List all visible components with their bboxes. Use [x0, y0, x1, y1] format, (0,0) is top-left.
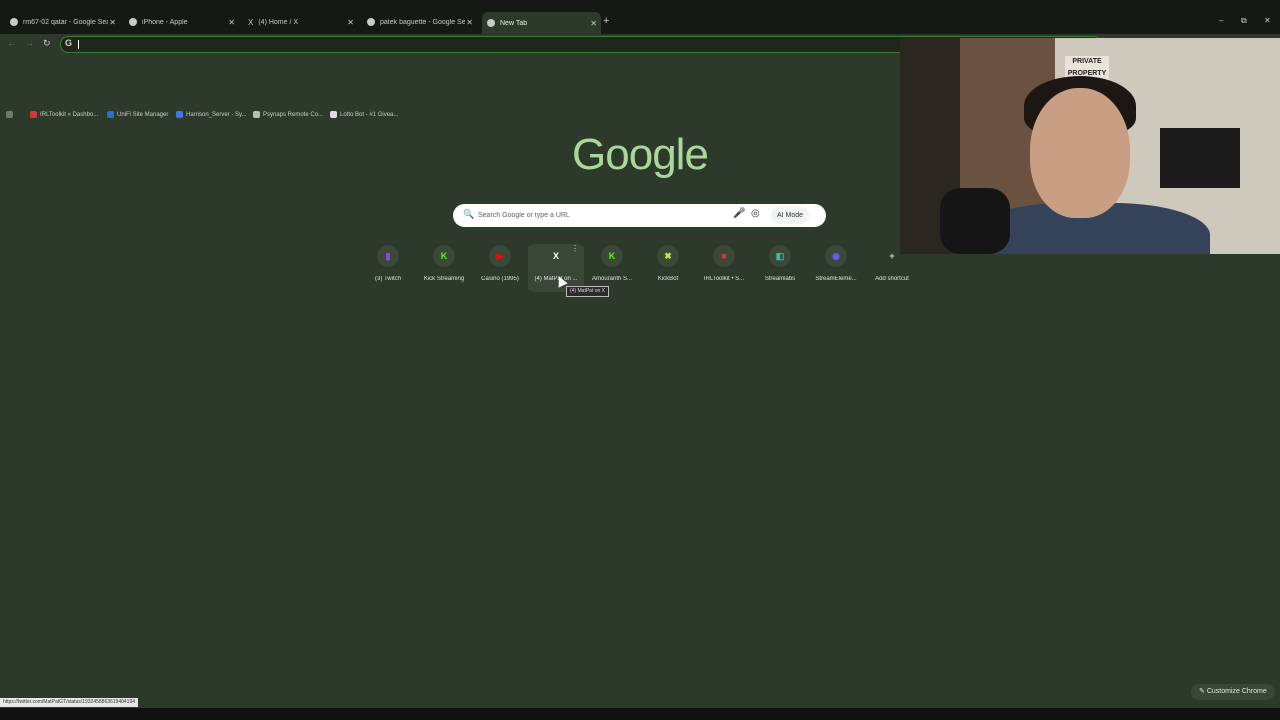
close-tab-icon[interactable]: ✕ — [109, 18, 116, 27]
google-logo: Google — [572, 130, 709, 179]
apps-icon[interactable] — [6, 111, 16, 118]
reload-button[interactable]: ↻ — [43, 38, 51, 49]
tab-title: rm67-02 qatar - Google Search — [23, 18, 108, 26]
shortcut-irltoolkit[interactable]: ■ IRLToolkit • S... — [696, 244, 752, 292]
tab-title: iPhone - Apple — [142, 18, 188, 26]
shortcut-streamelements[interactable]: ◉ StreamEleme... — [808, 244, 864, 292]
tab-title: New Tab — [500, 19, 528, 27]
shortcut-label: Add shortcut — [875, 276, 909, 282]
psynaps-icon — [253, 111, 260, 118]
bookmark-item[interactable]: Harrison_Server - Sy... — [176, 111, 247, 118]
more-options-icon[interactable]: ⋮ — [571, 244, 579, 253]
kick-icon: K — [433, 245, 455, 267]
webcam-monitor — [1160, 128, 1240, 188]
new-tab-button[interactable]: + — [603, 15, 609, 27]
close-tab-icon[interactable]: ✕ — [590, 19, 597, 28]
microphone-icon[interactable]: 🎤 — [733, 208, 745, 219]
bookmark-label: Psynaps Remote Co... — [263, 111, 324, 118]
minimize-button[interactable]: – — [1219, 16, 1223, 25]
streamelements-icon: ◉ — [825, 245, 847, 267]
webcam-person-face — [1030, 88, 1130, 218]
pencil-icon: ✎ — [1199, 688, 1205, 695]
forward-button[interactable]: → — [25, 38, 34, 48]
youtube-icon: ▶ — [489, 245, 511, 267]
irltoolkit-icon — [30, 111, 37, 118]
bookmark-label: Harrison_Server - Sy... — [186, 111, 247, 118]
webcam-microphone — [940, 188, 1010, 254]
bookmark-item[interactable]: UniFi Site Manager — [107, 111, 168, 118]
shortcut-label: Amouranth S... — [591, 276, 633, 282]
address-input[interactable] — [77, 37, 677, 52]
bookmark-label: IRLToolkit « Dashbo... — [40, 111, 99, 118]
ai-mode-button[interactable]: AI Mode — [771, 207, 810, 224]
customize-chrome-button[interactable]: ✎ Customize Chrome — [1191, 684, 1275, 700]
shortcut-label: Casino (1995) — [481, 276, 519, 282]
close-tab-icon[interactable]: ✕ — [228, 18, 235, 27]
shortcut-amouranth[interactable]: K Amouranth S... — [584, 244, 640, 292]
shortcut-label: Kick Streaming — [423, 276, 465, 282]
bookmark-item[interactable]: Lotto Bot - #1 Givea... — [330, 111, 398, 118]
google-icon — [10, 18, 18, 26]
google-icon — [367, 18, 375, 26]
unifi-icon — [107, 111, 114, 118]
grid-icon — [6, 111, 13, 118]
apple-icon — [129, 18, 137, 26]
tab-rm67-qatar[interactable]: rm67-02 qatar - Google Search ✕ — [10, 13, 120, 31]
bookmark-label: UniFi Site Manager — [117, 111, 169, 118]
shortcut-twitch[interactable]: ▮ (3) Twitch — [360, 244, 416, 292]
bookmark-item[interactable]: Psynaps Remote Co... — [253, 111, 323, 118]
search-input[interactable] — [478, 208, 718, 223]
google-icon: G — [65, 38, 73, 48]
lotto-bot-icon — [330, 111, 337, 118]
shortcut-label: IRLToolkit • S... — [703, 276, 745, 282]
kick-icon: K — [601, 245, 623, 267]
tab-strip: rm67-02 qatar - Google Search ✕ iPhone -… — [0, 0, 1280, 34]
x-icon: X — [248, 17, 254, 27]
tab-iphone-apple[interactable]: iPhone - Apple ✕ — [129, 13, 239, 31]
chrome-icon — [487, 19, 495, 27]
x-icon: X — [545, 245, 567, 267]
close-tab-icon[interactable]: ✕ — [347, 18, 354, 27]
search-icon: 🔍 — [463, 209, 475, 219]
shortcut-kick-streaming[interactable]: K Kick Streaming — [416, 244, 472, 292]
window-close-button[interactable]: ✕ — [1264, 16, 1271, 25]
restore-button[interactable]: ⧉ — [1241, 16, 1247, 26]
bookmark-item[interactable]: IRLToolkit « Dashbo... — [30, 111, 98, 118]
tab-x-home[interactable]: X (4) Home / X ✕ — [248, 13, 358, 31]
shortcut-label: (3) Twitch — [375, 276, 401, 282]
tab-new-tab[interactable]: New Tab ✕ — [482, 12, 601, 34]
webcam-overlay: PRIVATE PROPERTY — [900, 38, 1280, 254]
text-caret — [78, 40, 79, 49]
back-button[interactable]: ← — [7, 38, 16, 48]
google-lens-icon[interactable]: ◎ — [751, 208, 760, 219]
shortcut-matpat-x[interactable]: X ⋮ (4) MatPat on ... — [528, 244, 584, 292]
status-url: https://twitter.com/MatPatGT/status/1932… — [0, 698, 139, 707]
shortcut-label: KickBot — [657, 276, 679, 282]
server-icon — [176, 111, 183, 118]
tab-title: (4) Home / X — [258, 18, 299, 26]
shortcut-tooltip: (4) MatPat on X — [566, 286, 610, 297]
bookmark-label: Lotto Bot - #1 Givea... — [340, 111, 399, 118]
taskbar — [0, 708, 1280, 720]
shortcut-streamlabs[interactable]: ◧ Streamlabs — [752, 244, 808, 292]
kickbot-icon: ✖ — [657, 245, 679, 267]
shortcut-casino[interactable]: ▶ Casino (1995) — [472, 244, 528, 292]
shortcut-kickbot[interactable]: ✖ KickBot — [640, 244, 696, 292]
shortcut-label: StreamEleme... — [815, 276, 857, 282]
search-box[interactable]: 🔍 🎤 ◎ AI Mode — [453, 204, 826, 227]
customize-chrome-label: Customize Chrome — [1206, 688, 1267, 695]
twitch-icon: ▮ — [377, 245, 399, 267]
close-tab-icon[interactable]: ✕ — [466, 18, 473, 27]
tab-patek-baguette[interactable]: patek baguette - Google Search ✕ — [367, 13, 477, 31]
irltoolkit-icon: ■ — [713, 245, 735, 267]
shortcut-label: Streamlabs — [764, 276, 796, 282]
tab-title: patek baguette - Google Search — [380, 18, 465, 26]
streamlabs-icon: ◧ — [769, 245, 791, 267]
